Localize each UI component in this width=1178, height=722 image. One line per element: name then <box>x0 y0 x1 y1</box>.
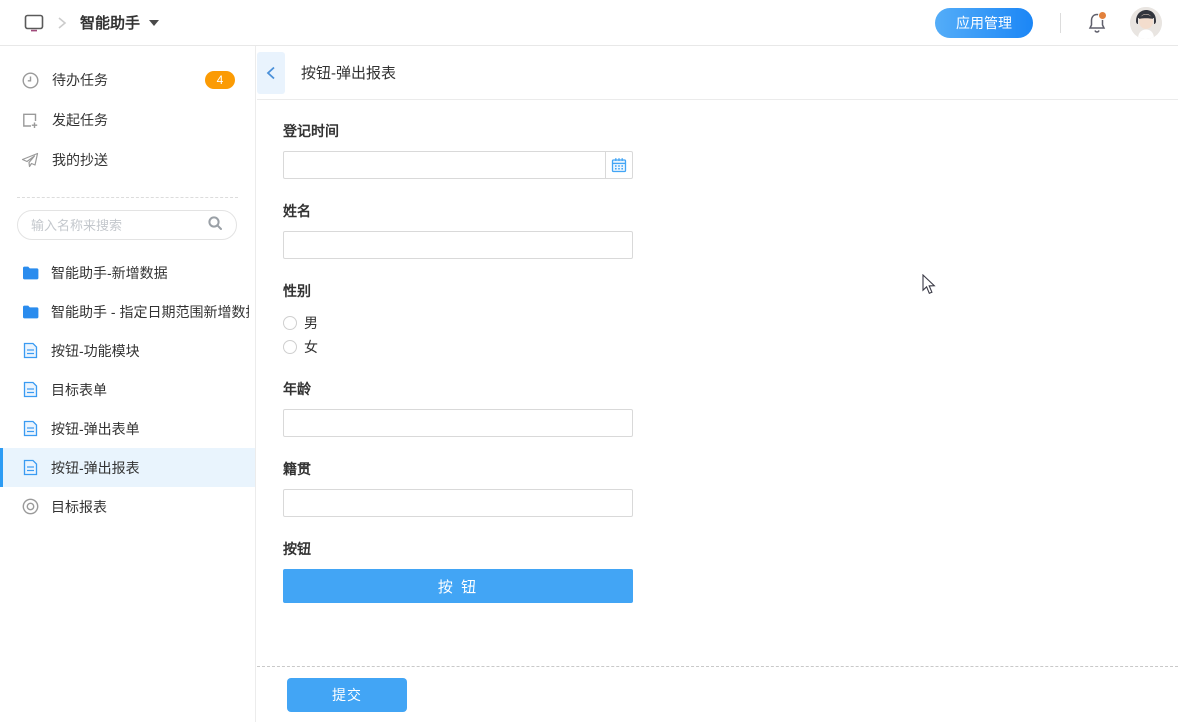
send-icon <box>21 152 39 168</box>
age-input[interactable] <box>283 409 633 437</box>
field-label: 性别 <box>283 281 633 301</box>
field-button: 按钮 按 钮 <box>283 539 633 603</box>
name-input[interactable] <box>283 231 633 259</box>
sidebar-item-label: 发起任务 <box>52 110 108 130</box>
main-content: 按钮-弹出报表 登记时间 <box>257 46 1178 722</box>
sidebar-item-label: 待办任务 <box>52 70 108 90</box>
submit-button[interactable]: 提交 <box>287 678 407 712</box>
field-register-time: 登记时间 <box>283 121 633 179</box>
register-time-input[interactable] <box>283 151 606 179</box>
search-icon[interactable] <box>207 215 223 236</box>
field-hometown: 籍贯 <box>283 459 633 517</box>
sidebar-item-my-cc[interactable]: 我的抄送 <box>0 140 255 180</box>
document-icon <box>21 381 39 398</box>
sidebar-item-label: 目标表单 <box>51 380 107 400</box>
sidebar-divider <box>17 197 238 198</box>
sidebar-item-label: 目标报表 <box>51 497 107 517</box>
field-label: 籍贯 <box>283 459 633 479</box>
search-input[interactable] <box>31 218 207 233</box>
field-label: 按钮 <box>283 539 633 559</box>
todo-count-badge: 4 <box>205 71 235 89</box>
clock-icon <box>21 72 39 89</box>
calendar-icon <box>611 157 627 173</box>
chevron-left-icon <box>265 66 277 80</box>
sidebar-item-button-popup-form[interactable]: 按钮-弹出表单 <box>0 409 255 448</box>
breadcrumb-chevron-icon <box>57 17 67 29</box>
sidebar-item-label: 我的抄送 <box>52 150 108 170</box>
notification-bell-icon[interactable] <box>1087 12 1107 34</box>
folder-icon <box>21 266 39 280</box>
field-label: 登记时间 <box>283 121 633 141</box>
sidebar-item-initiate-task[interactable]: 发起任务 <box>0 100 255 140</box>
gender-radio-male[interactable]: 男 <box>283 311 633 335</box>
content-header: 按钮-弹出报表 <box>257 46 1178 100</box>
sidebar-item-label: 按钮-弹出报表 <box>51 458 140 478</box>
topbar: 智能助手 应用管理 <box>0 0 1178 46</box>
field-label: 姓名 <box>283 201 633 221</box>
avatar[interactable] <box>1130 7 1162 39</box>
compose-icon <box>21 112 39 129</box>
sidebar-item-folder-date-range-data[interactable]: 智能助手 - 指定日期范围新增数据 <box>0 292 255 331</box>
monitor-icon[interactable] <box>24 13 44 33</box>
form-footer: 提交 <box>257 666 1178 722</box>
target-icon <box>21 498 39 515</box>
field-name: 姓名 <box>283 201 633 259</box>
back-button[interactable] <box>257 52 285 94</box>
sidebar-item-todo-tasks[interactable]: 待办任务 4 <box>0 60 255 100</box>
app-manage-button[interactable]: 应用管理 <box>935 8 1033 38</box>
sidebar-item-label: 按钮-功能模块 <box>51 341 140 361</box>
sidebar-item-target-report[interactable]: 目标报表 <box>0 487 255 526</box>
sidebar: 待办任务 4 发起任务 我的抄送 <box>0 46 256 722</box>
breadcrumb-app-name[interactable]: 智能助手 <box>80 12 140 33</box>
sidebar-item-label: 智能助手-新增数据 <box>51 263 168 283</box>
sidebar-item-button-popup-report[interactable]: 按钮-弹出报表 <box>0 448 255 487</box>
radio-icon <box>283 340 297 354</box>
sidebar-item-folder-new-data[interactable]: 智能助手-新增数据 <box>0 253 255 292</box>
notification-dot <box>1098 11 1107 20</box>
folder-icon <box>21 305 39 319</box>
form: 登记时间 姓名 <box>257 100 1178 603</box>
document-icon <box>21 342 39 359</box>
topbar-divider <box>1060 13 1061 33</box>
chevron-down-icon[interactable] <box>149 20 159 26</box>
sidebar-item-target-form[interactable]: 目标表单 <box>0 370 255 409</box>
radio-icon <box>283 316 297 330</box>
radio-label: 男 <box>304 313 318 333</box>
sidebar-item-label: 按钮-弹出表单 <box>51 419 140 439</box>
hometown-input[interactable] <box>283 489 633 517</box>
page-title: 按钮-弹出报表 <box>301 62 396 83</box>
gender-radio-female[interactable]: 女 <box>283 335 633 359</box>
radio-label: 女 <box>304 337 318 357</box>
popup-report-button[interactable]: 按 钮 <box>283 569 633 603</box>
field-label: 年龄 <box>283 379 633 399</box>
document-icon <box>21 459 39 476</box>
sidebar-search[interactable] <box>17 210 237 240</box>
document-icon <box>21 420 39 437</box>
field-gender: 性别 男 女 <box>283 281 633 359</box>
sidebar-item-label: 智能助手 - 指定日期范围新增数据 <box>51 302 249 322</box>
field-age: 年龄 <box>283 379 633 437</box>
calendar-picker-button[interactable] <box>605 151 633 179</box>
sidebar-item-button-module[interactable]: 按钮-功能模块 <box>0 331 255 370</box>
